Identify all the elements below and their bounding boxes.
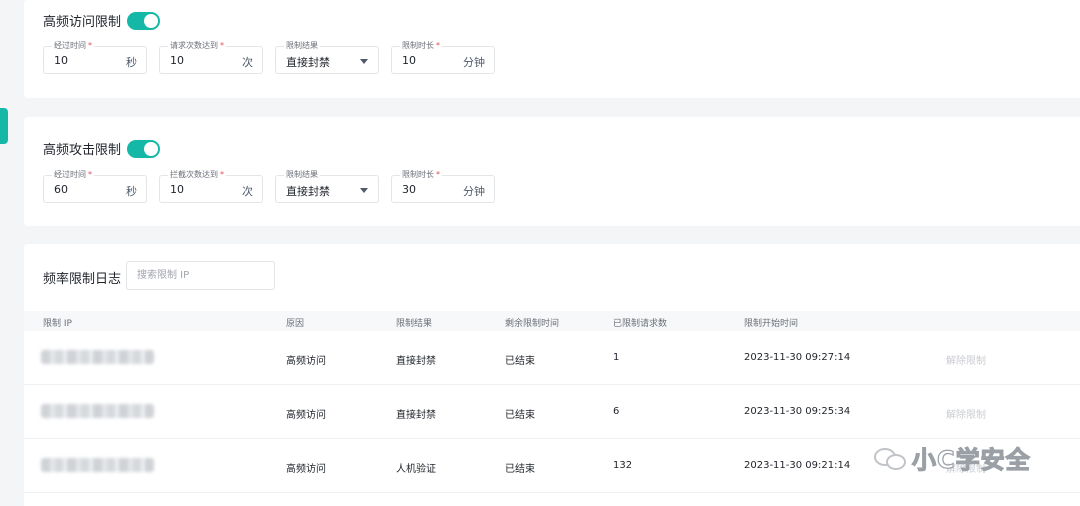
high-freq-access-header: 高频访问限制 <box>43 11 161 30</box>
field-value: 60 <box>54 183 68 196</box>
redacted-ip <box>41 404 154 418</box>
table-row: 高频访问 直接封禁 已结束 1 2023-11-30 09:27:14 解除限制 <box>24 331 1080 385</box>
attack-limit-result-select[interactable]: 限制结果 直接封禁 <box>275 170 379 203</box>
high-freq-access-title: 高频访问限制 <box>43 15 122 30</box>
field-unit: 次 <box>242 56 253 69</box>
field-label: 限制时长 * <box>400 41 442 51</box>
log-title: 频率限制日志 <box>43 272 122 287</box>
redacted-ip <box>41 458 154 472</box>
search-ip-input[interactable] <box>127 262 274 289</box>
high-freq-access-toggle[interactable] <box>127 11 161 30</box>
field-unit: 秒 <box>126 56 137 69</box>
cell-start-time: 2023-11-30 09:21:14 <box>744 460 851 471</box>
access-elapsed-time-field[interactable]: 经过时间 * 10 秒 <box>43 41 147 74</box>
field-value: 10 <box>170 54 184 67</box>
sidebar-active-indicator <box>0 108 8 144</box>
cell-start-time: 2023-11-30 09:25:34 <box>744 406 851 417</box>
access-limit-result-select[interactable]: 限制结果 直接封禁 <box>275 41 379 74</box>
col-result: 限制结果 <box>396 319 433 329</box>
col-count: 已限制请求数 <box>613 319 668 329</box>
col-reason: 原因 <box>286 319 305 329</box>
field-label: 请求次数达到 * <box>168 41 226 51</box>
field-unit: 秒 <box>126 185 137 198</box>
field-value: 10 <box>402 54 416 67</box>
toggle-knob <box>144 13 159 28</box>
cell-count: 6 <box>613 406 620 417</box>
field-value: 30 <box>402 183 416 196</box>
field-unit: 分钟 <box>463 56 485 69</box>
field-label: 经过时间 * <box>52 41 94 51</box>
log-table-header: 限制 IP 原因 限制结果 剩余限制时间 已限制请求数 限制开始时间 <box>24 311 1080 331</box>
attack-elapsed-time-field[interactable]: 经过时间 * 60 秒 <box>43 170 147 203</box>
col-start-time: 限制开始时间 <box>744 319 799 329</box>
field-label: 限制时长 * <box>400 170 442 180</box>
cell-result: 直接封禁 <box>396 356 436 367</box>
watermark: 小C学安全 <box>872 440 1031 475</box>
field-label: 限制结果 <box>284 41 320 51</box>
field-value: 10 <box>54 54 68 67</box>
cell-reason: 高频访问 <box>286 464 326 475</box>
col-ip: 限制 IP <box>43 319 72 329</box>
field-label: 限制结果 <box>284 170 320 180</box>
unblock-link[interactable]: 解除限制 <box>946 352 986 367</box>
wechat-icon <box>872 444 912 472</box>
field-value: 10 <box>170 183 184 196</box>
watermark-text: 小C学安全 <box>911 445 1031 474</box>
cell-remaining: 已结束 <box>505 464 535 475</box>
field-label: 拦截次数达到 * <box>168 170 226 180</box>
field-value: 直接封禁 <box>286 56 330 69</box>
table-row: 高频访问 直接封禁 已结束 6 2023-11-30 09:25:34 解除限制 <box>24 385 1080 439</box>
field-value: 直接封禁 <box>286 185 330 198</box>
col-remaining: 剩余限制时间 <box>505 319 560 329</box>
toggle-knob <box>144 141 159 156</box>
high-freq-attack-header: 高频攻击限制 <box>43 139 161 158</box>
high-freq-attack-toggle[interactable] <box>127 139 161 158</box>
attack-block-count-field[interactable]: 拦截次数达到 * 10 次 <box>159 170 263 203</box>
unblock-link[interactable]: 解除限制 <box>946 406 986 421</box>
cell-count: 132 <box>613 460 633 471</box>
high-freq-attack-card: 高频攻击限制 经过时间 * 60 秒 拦截次数达到 * 10 次 限制结果 直接封禁… <box>24 117 1080 226</box>
access-request-count-field[interactable]: 请求次数达到 * 10 次 <box>159 41 263 74</box>
chevron-down-icon <box>360 188 368 193</box>
cell-reason: 高频访问 <box>286 410 326 421</box>
cell-remaining: 已结束 <box>505 356 535 367</box>
search-ip-box <box>126 261 275 290</box>
high-freq-attack-title: 高频攻击限制 <box>43 143 122 158</box>
chevron-down-icon <box>360 59 368 64</box>
cell-reason: 高频访问 <box>286 356 326 367</box>
cell-count: 1 <box>613 352 620 363</box>
cell-result: 直接封禁 <box>396 410 436 421</box>
redacted-ip <box>41 350 154 364</box>
cell-remaining: 已结束 <box>505 410 535 421</box>
cell-result: 人机验证 <box>396 464 436 475</box>
attack-limit-duration-field[interactable]: 限制时长 * 30 分钟 <box>391 170 495 203</box>
field-label: 经过时间 * <box>52 170 94 180</box>
field-unit: 次 <box>242 185 253 198</box>
cell-start-time: 2023-11-30 09:27:14 <box>744 352 851 363</box>
high-freq-access-card: 高频访问限制 经过时间 * 10 秒 请求次数达到 * 10 次 限制结果 直接封禁… <box>24 0 1080 98</box>
field-unit: 分钟 <box>463 185 485 198</box>
access-limit-duration-field[interactable]: 限制时长 * 10 分钟 <box>391 41 495 74</box>
